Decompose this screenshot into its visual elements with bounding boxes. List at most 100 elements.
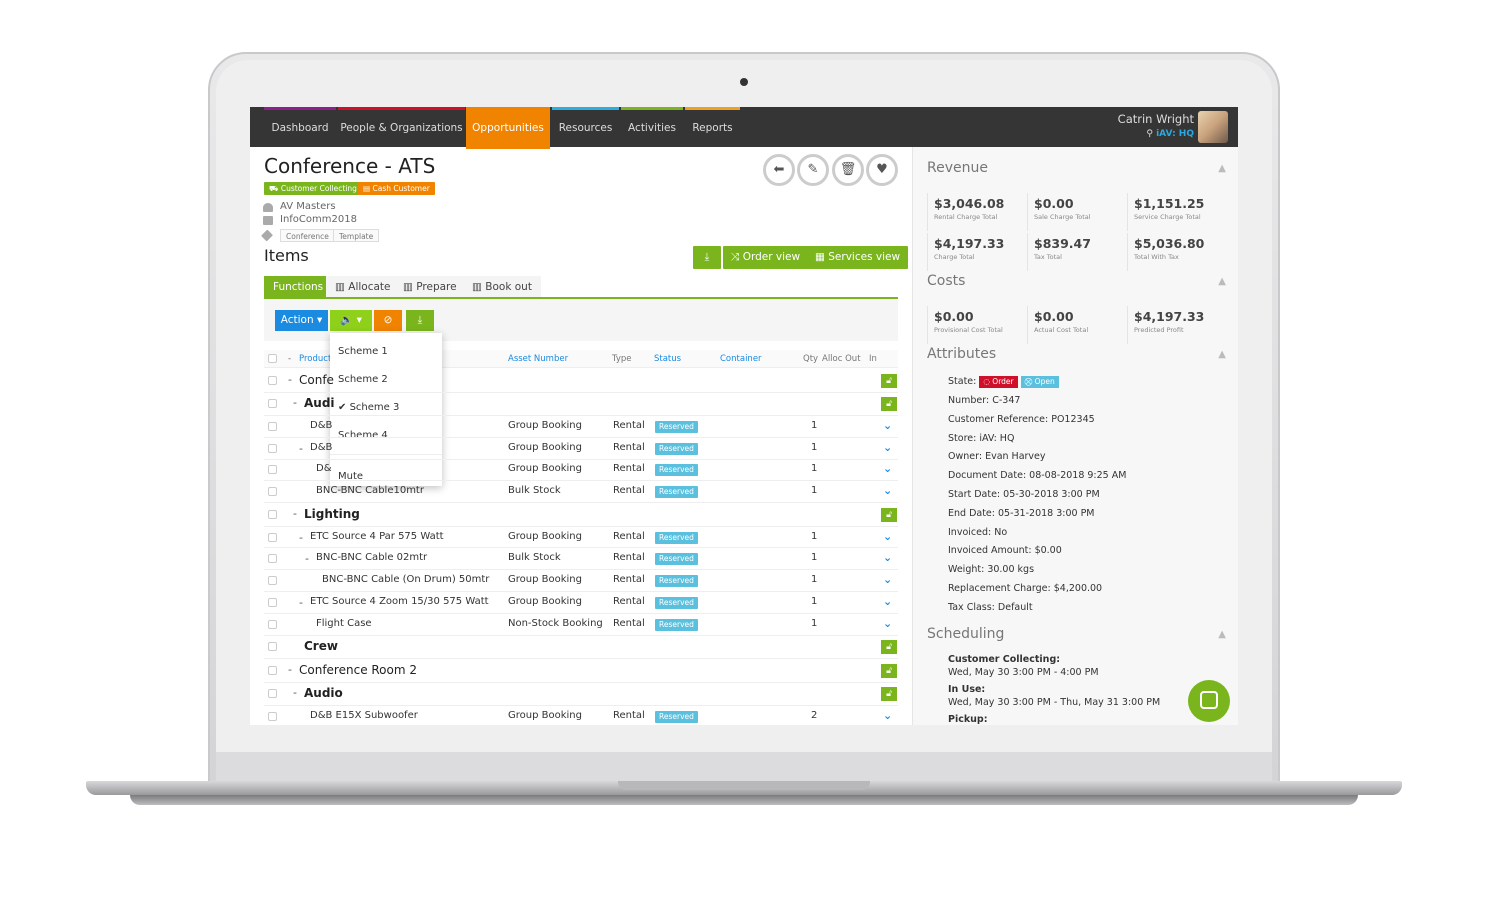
table-row[interactable]: Flight Case Non-Stock Booking Rental Reserv… [264,614,898,636]
product-name[interactable]: Flight Case [316,618,372,629]
row-checkbox[interactable] [268,421,277,431]
row-checkbox[interactable] [268,443,277,453]
collapse-toggle[interactable]: - [293,396,297,409]
product-name[interactable]: D&B E15X Subwoofer [310,710,418,721]
table-row[interactable]: D&B Group Booking Rental Reserved 1 ⌄ [264,416,898,438]
row-checkbox[interactable] [268,399,277,409]
collapse-toggle[interactable]: - [288,373,292,386]
col-asset-number[interactable]: Asset Number [508,354,568,364]
row-checkbox[interactable] [268,597,277,607]
row-checkbox[interactable] [268,465,277,475]
unlock-icon[interactable]: 🔓︎ [881,373,897,388]
row-checkbox[interactable] [268,619,277,629]
row-checkbox[interactable] [268,642,277,652]
nav-dashboard[interactable]: Dashboard [264,107,336,147]
collapse-toggle[interactable]: - [305,552,309,565]
row-checkbox[interactable] [268,375,277,385]
collapse-toggle[interactable]: - [299,596,303,609]
group-row[interactable]: - Lighting 🔓︎ [264,503,898,527]
product-name[interactable]: D&B [310,442,332,453]
table-row[interactable]: - BNC-BNC Cable 02mtr Bulk Stock Rental Rese… [264,549,898,571]
row-checkbox[interactable] [268,712,277,722]
favorite-button[interactable]: ♥ [866,154,898,186]
user-name[interactable]: Catrin Wright [1118,112,1194,126]
edit-button[interactable]: ✎ [797,154,829,186]
user-location[interactable]: ⚲ iAV: HQ [1146,129,1194,139]
group-row[interactable]: Crew 🔓︎ [264,636,898,660]
select-all-checkbox[interactable] [268,354,277,363]
project-link[interactable]: InfoComm2018 [280,214,357,225]
menu-item-scheme-1[interactable]: Scheme 1 [338,346,388,357]
row-checkbox[interactable] [268,665,277,675]
group-row[interactable]: - Confe 🔓︎ [264,369,898,393]
nav-activities[interactable]: Activities [621,107,683,147]
chevron-down-icon[interactable]: ⌄ [883,530,892,543]
chevron-down-icon[interactable]: ⌄ [883,441,892,454]
chevron-down-icon[interactable]: ⌄ [883,573,892,586]
tab-functions[interactable]: Functions [264,276,333,298]
collapse-costs-icon[interactable]: ▲ [1218,276,1226,287]
table-row[interactable]: - ETC Source 4 Zoom 15/30 575 Watt Group B… [264,592,898,614]
avatar[interactable] [1198,111,1228,143]
row-checkbox[interactable] [268,576,277,586]
collapse-attributes-icon[interactable]: ▲ [1218,349,1226,360]
action-button[interactable]: Action ▾ [275,310,328,331]
organization-link[interactable]: AV Masters [280,201,336,212]
collapse-toggle[interactable]: - [299,531,303,544]
collapse-revenue-icon[interactable]: ▲ [1218,163,1226,174]
row-checkbox[interactable] [268,487,277,497]
table-row[interactable]: BNC-BNC Cable (On Drum) 50mtr Group Booki… [264,570,898,593]
product-name[interactable]: ETC Source 4 Zoom 15/30 575 Watt [310,596,489,607]
unlock-icon[interactable]: 🔓︎ [881,507,897,522]
export-button[interactable]: ⤓ [406,310,434,331]
collapse-toggle[interactable]: - [293,507,297,520]
services-view-button[interactable]: ▦ Services view [807,246,909,269]
label-chip[interactable]: Template [333,229,380,242]
collapse-scheduling-icon[interactable]: ▲ [1218,629,1226,640]
tab-book-out[interactable]: ▥ Book out [463,276,541,298]
row-checkbox[interactable] [268,509,277,519]
row-checkbox[interactable] [268,532,277,542]
collapse-toggle[interactable]: - [293,686,297,699]
row-checkbox[interactable] [268,554,277,564]
product-name[interactable]: BNC-BNC Cable10mtr [316,485,424,496]
unlock-icon[interactable]: 🔓︎ [881,640,897,655]
product-name[interactable]: D&B [310,420,332,431]
table-row[interactable]: BNC-BNC Cable10mtr Bulk Stock Rental Reserv… [264,481,898,504]
hide-button[interactable]: ⊘ [374,310,402,331]
table-row[interactable]: D&B E15X Subwoofer Group Booking Rental Res… [264,706,898,725]
tab-prepare[interactable]: ▥ Prepare [394,276,466,298]
col-status[interactable]: Status [654,354,681,364]
nav-resources[interactable]: Resources [552,107,619,147]
order-view-button[interactable]: ⤨ Order view [723,246,809,269]
unlock-icon[interactable]: 🔓︎ [881,687,897,702]
nav-opportunities[interactable]: Opportunities [466,107,550,149]
tab-allocate[interactable]: ▥ Allocate [326,276,400,298]
col-product[interactable]: Product [299,354,331,364]
product-name[interactable]: ETC Source 4 Par 575 Watt [310,531,444,542]
row-checkbox[interactable] [268,689,277,699]
chevron-down-icon[interactable]: ⌄ [883,551,892,564]
table-row[interactable]: - D&B Group Booking Rental Reserved 1 ⌄ [264,438,898,460]
chevron-down-icon[interactable]: ⌄ [883,419,892,432]
unlock-icon[interactable]: 🔓︎ [881,397,897,412]
group-row[interactable]: - Audio 🔓︎ [264,683,898,707]
col-container[interactable]: Container [720,354,762,364]
chevron-down-icon[interactable]: ⌄ [883,462,892,475]
unlock-icon[interactable]: 🔓︎ [881,663,897,678]
chevron-down-icon[interactable]: ⌄ [883,617,892,630]
delete-button[interactable]: 🗑 [832,154,864,186]
chat-button[interactable] [1188,680,1230,722]
table-row[interactable]: D& Group Booking Rental Reserved 1 ⌄ [264,460,898,482]
group-row[interactable]: - Audi 🔓︎ [264,393,898,416]
download-button[interactable]: ⤓ [693,246,721,269]
collapse-toggle[interactable]: - [299,442,303,455]
label-chip[interactable]: Conference [280,229,335,242]
chevron-down-icon[interactable]: ⌄ [883,595,892,608]
chevron-down-icon[interactable]: ⌄ [883,484,892,497]
chevron-down-icon[interactable]: ⌄ [883,709,892,722]
product-name[interactable]: D& [316,463,332,474]
nav-reports[interactable]: Reports [685,107,740,147]
nav-people-organizations[interactable]: People & Organizations [338,107,465,147]
product-name[interactable]: BNC-BNC Cable (On Drum) 50mtr [322,574,489,585]
